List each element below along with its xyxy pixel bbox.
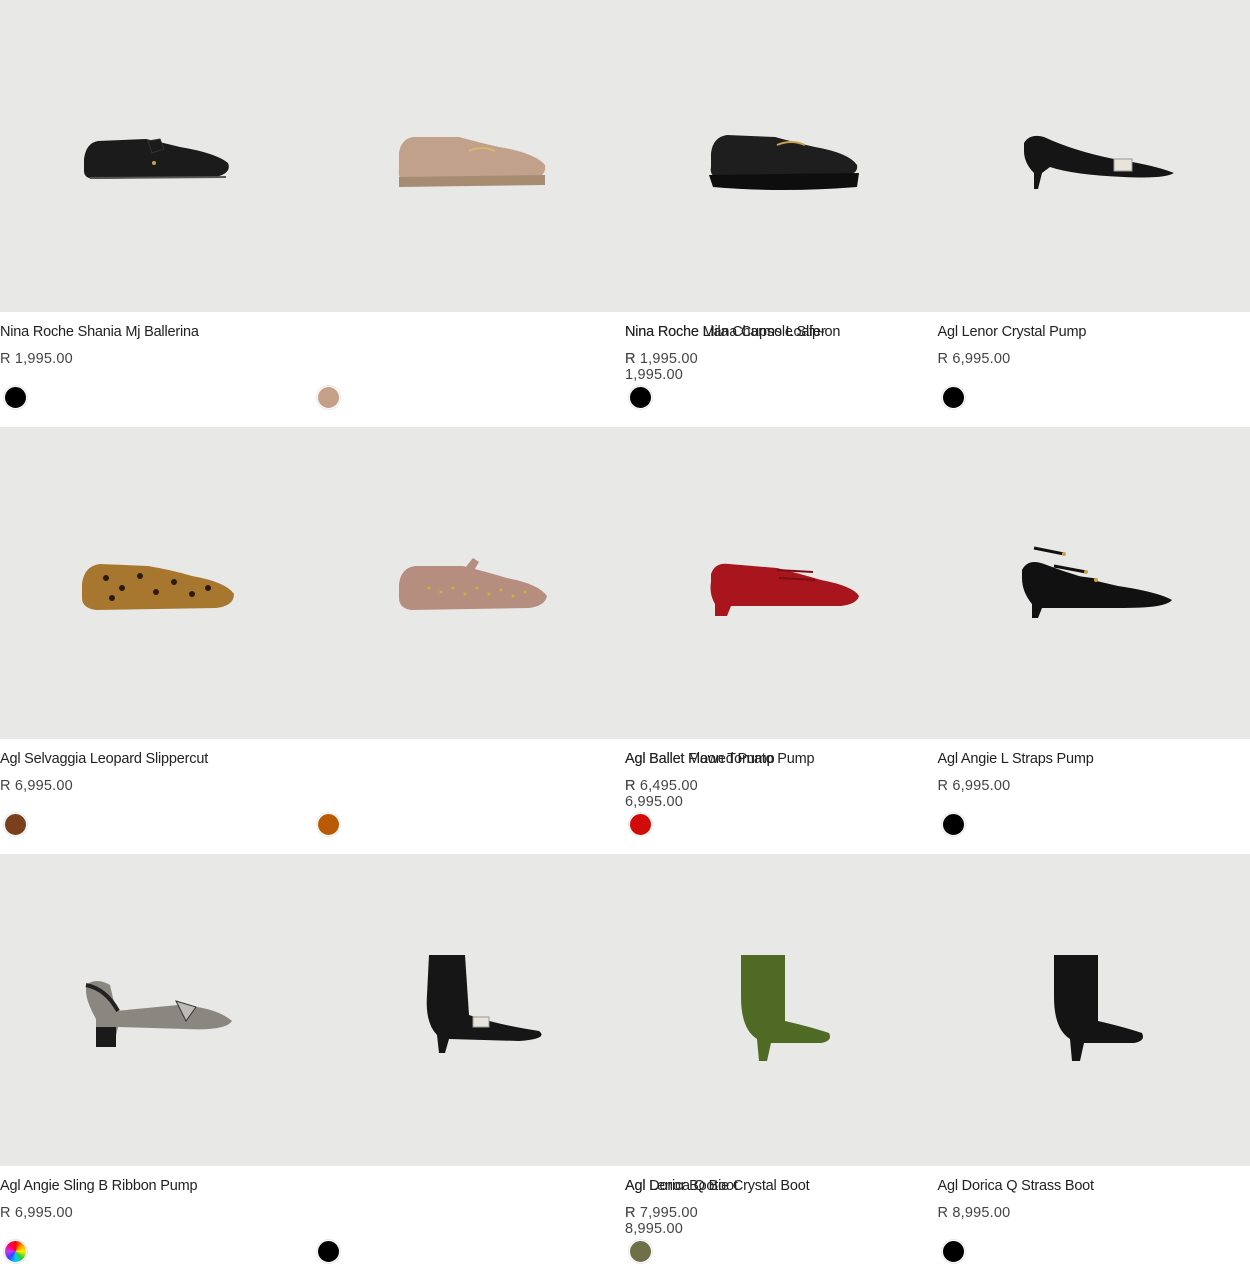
product-name[interactable]: Agl Selvaggia Leopard Slippercut bbox=[0, 751, 208, 767]
product-name[interactable]: Nina Roche Shania Mj Ballerina bbox=[0, 324, 199, 340]
shoe-image bbox=[709, 135, 860, 190]
product-card[interactable]: Agl Angie L Straps Pump R 6,995.00 bbox=[937, 427, 1250, 854]
product-name[interactable]: Agl Angie Sling B Ribbon Pump bbox=[0, 1178, 198, 1194]
shoe-image bbox=[1053, 955, 1143, 1061]
color-swatch[interactable] bbox=[4, 813, 27, 836]
shoe-image bbox=[398, 137, 545, 187]
product-price: R 6,995.00 bbox=[0, 1205, 73, 1221]
color-swatch[interactable] bbox=[316, 1240, 340, 1263]
product-card[interactable]: Agl Lenor Bootie Crystal Boot R 8,995.00 bbox=[312, 854, 810, 1280]
product-price: R 1,995.00 bbox=[0, 351, 73, 367]
color-swatch[interactable] bbox=[629, 813, 652, 836]
product-price: R 7,995.00 bbox=[625, 1205, 698, 1221]
product-image[interactable] bbox=[0, 0, 313, 312]
product-price: R 8,995.00 bbox=[937, 1205, 1011, 1221]
product-price: R 6,995.00 bbox=[937, 778, 1011, 794]
product-grid: Nina Roche Shania Mj Ballerina R 1,995.0… bbox=[0, 0, 1250, 1280]
color-swatch[interactable] bbox=[4, 1240, 27, 1263]
color-swatch[interactable] bbox=[941, 813, 965, 836]
product-price: R 1,995.00 bbox=[625, 351, 698, 367]
product-image[interactable] bbox=[625, 0, 938, 312]
product-image[interactable] bbox=[312, 854, 625, 1166]
product-image[interactable] bbox=[625, 854, 938, 1166]
product-name[interactable]: Agl Dorica Q Boot bbox=[625, 1178, 738, 1194]
product-image[interactable] bbox=[0, 854, 313, 1166]
product-image[interactable] bbox=[312, 427, 625, 739]
product-card[interactable]: Agl Dorica Q Strass Boot R 8,995.00 bbox=[937, 854, 1250, 1280]
product-price: R 6,495.00 bbox=[625, 778, 698, 794]
color-swatch[interactable] bbox=[4, 386, 27, 409]
product-image[interactable] bbox=[625, 427, 938, 739]
product-card[interactable]: Agl Lenor Crystal Pump R 6,995.00 bbox=[937, 0, 1250, 427]
product-name[interactable]: Agl Lenor Crystal Pump bbox=[938, 324, 1087, 340]
product-image[interactable] bbox=[937, 854, 1250, 1166]
product-price: R 6,995.00 bbox=[0, 778, 73, 794]
color-swatch[interactable] bbox=[941, 1240, 965, 1263]
product-card[interactable]: Agl Angie Sling B Ribbon Pump R 6,995.00 bbox=[0, 854, 313, 1280]
color-swatch[interactable] bbox=[316, 386, 340, 409]
product-image[interactable] bbox=[0, 427, 313, 739]
product-card[interactable]: Agl Dorica Q Boot R 7,995.00 bbox=[625, 854, 938, 1280]
color-swatch[interactable] bbox=[941, 386, 965, 409]
product-name[interactable]: Nina Roche Liana Cupsole Slip-on bbox=[625, 324, 840, 340]
product-card[interactable]: Nina Roche Liana Cupsole Slip-on R 1,995… bbox=[625, 0, 938, 427]
shoe-image bbox=[1023, 135, 1174, 189]
shoe-image bbox=[1021, 546, 1172, 618]
shoe-image bbox=[741, 955, 831, 1061]
product-card[interactable]: Nina Roche Mila Charms Loafer R 1,995.00 bbox=[312, 0, 826, 427]
product-card[interactable]: Agl Ballet Moon Tomato Pump R 6,495.00 bbox=[625, 427, 938, 854]
shoe-image bbox=[426, 955, 542, 1053]
product-price: R 6,995.00 bbox=[937, 351, 1011, 367]
shoe-image bbox=[398, 558, 547, 610]
color-swatch[interactable] bbox=[629, 386, 652, 409]
product-card[interactable]: Nina Roche Shania Mj Ballerina R 1,995.0… bbox=[0, 0, 313, 427]
product-card[interactable]: Agl Selvaggia Leopard Slippercut R 6,995… bbox=[0, 427, 313, 854]
shoe-image bbox=[85, 981, 233, 1047]
color-swatch[interactable] bbox=[316, 813, 340, 836]
product-image[interactable] bbox=[937, 427, 1250, 739]
product-name[interactable]: Agl Ballet Moon Tomato Pump bbox=[625, 751, 815, 767]
color-swatch[interactable] bbox=[629, 1240, 652, 1263]
product-card[interactable]: Agl Ballet Flawed Pump R 6,995.00 bbox=[312, 427, 775, 854]
product-image[interactable] bbox=[937, 0, 1250, 312]
product-name[interactable]: Agl Dorica Q Strass Boot bbox=[938, 1178, 1095, 1194]
shoe-image bbox=[82, 564, 235, 610]
shoe-image bbox=[710, 563, 860, 616]
product-image[interactable] bbox=[312, 0, 625, 312]
product-name[interactable]: Agl Angie L Straps Pump bbox=[938, 751, 1094, 767]
shoe-image bbox=[84, 138, 230, 179]
